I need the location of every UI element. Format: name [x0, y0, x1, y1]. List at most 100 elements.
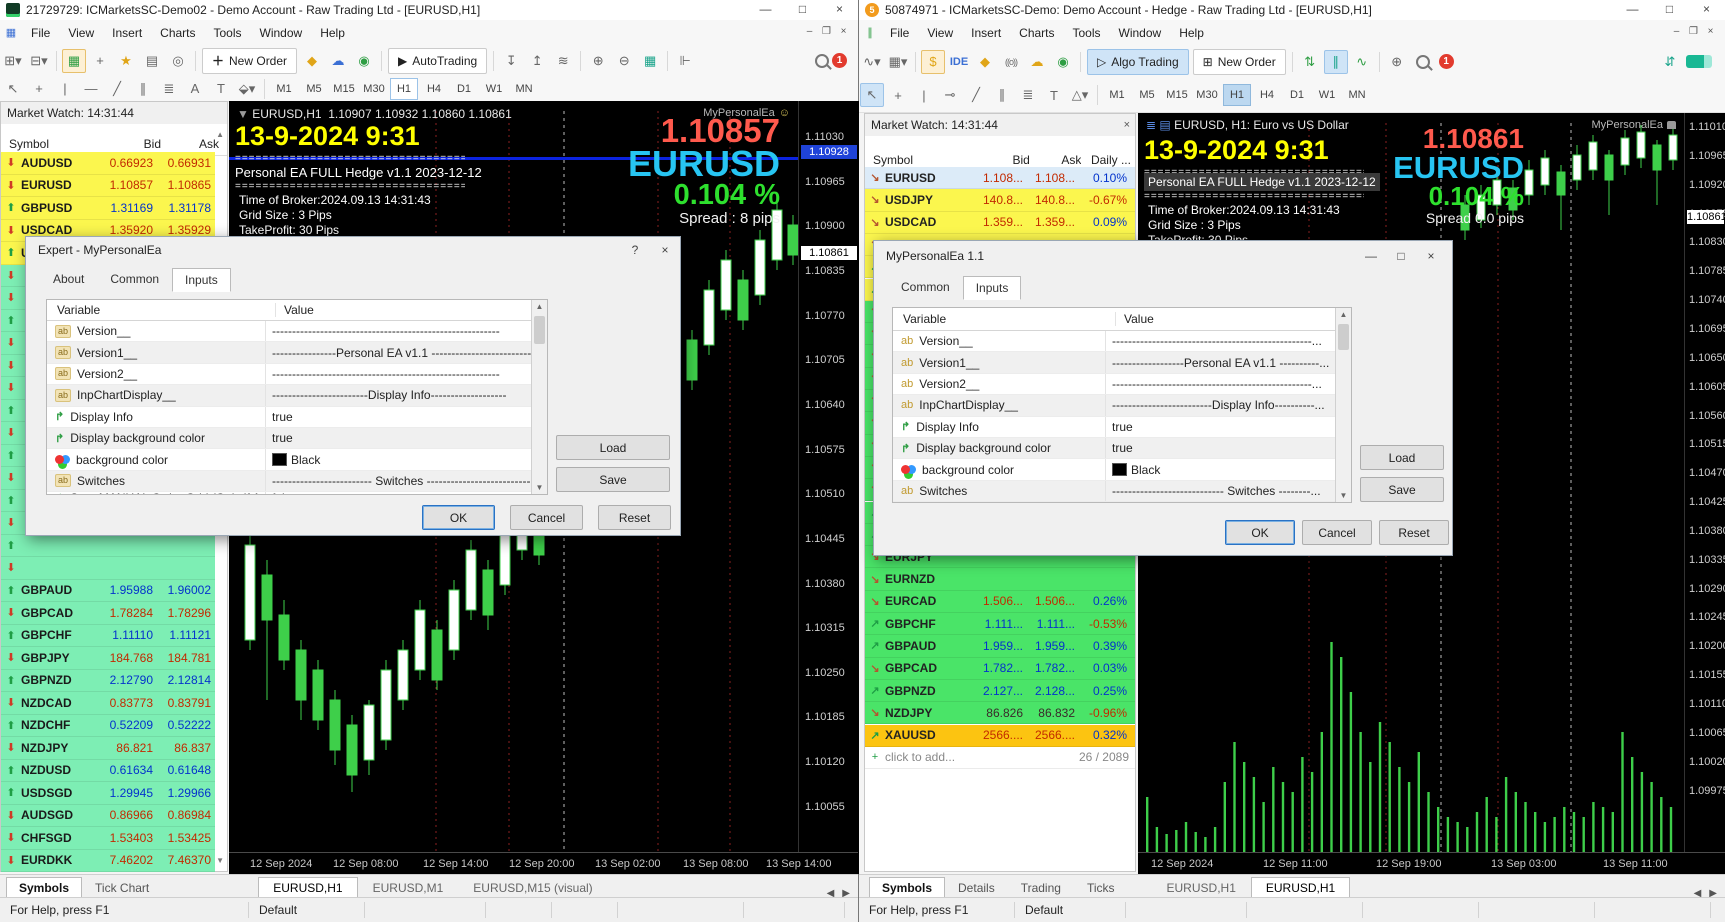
mw-tab-details[interactable]: Details — [945, 877, 1008, 899]
chart-window-icon[interactable]: ▦ — [1, 21, 21, 45]
chart-tab[interactable]: EURUSD,H1 — [1152, 877, 1251, 899]
text-icon[interactable]: T — [1042, 83, 1066, 107]
trendline-icon[interactable]: ╱ — [105, 77, 129, 101]
column-daily[interactable]: Daily ... — [1081, 153, 1135, 167]
market-watch-row[interactable]: ↗XAUUSD2566....2566....0.32% — [865, 725, 1135, 747]
mdi-restore-icon[interactable]: ❐ — [1685, 25, 1702, 41]
text-label-icon[interactable]: T — [209, 77, 233, 101]
menu-window[interactable]: Window — [251, 26, 312, 40]
timeframe-d1[interactable]: D1 — [1283, 84, 1311, 106]
metaeditor-icon[interactable]: ◆ — [300, 49, 324, 73]
zoom-out-icon[interactable]: ⊖ — [612, 49, 636, 73]
channel-icon[interactable]: ∥ — [990, 83, 1014, 107]
notifications-badge[interactable]: 1 — [832, 53, 847, 68]
input-row[interactable]: abSwitches------------------------- Swit… — [47, 471, 547, 492]
mw-tab-symbols[interactable]: Symbols — [869, 877, 945, 899]
new-chart-icon[interactable]: ⊞▾ — [1, 49, 25, 73]
maximize-icon[interactable]: □ — [784, 0, 821, 20]
autotrading-button[interactable]: ▶ AutoTrading — [388, 48, 487, 74]
save-button[interactable]: Save — [556, 467, 670, 492]
chart-tab[interactable]: EURUSD,M15 (visual) — [458, 877, 607, 899]
timeframe-m1[interactable]: M1 — [1103, 84, 1131, 106]
market-watch-row[interactable]: ⬆GBPAUD1.959881.96002 — [1, 580, 215, 603]
timeframe-m1[interactable]: M1 — [270, 78, 298, 100]
market-watch-row[interactable]: ⬆NZDCHF0.522090.52222 — [1, 715, 215, 738]
tile-windows-icon[interactable]: ▦ — [638, 49, 662, 73]
market-watch-row[interactable]: ↗GBPAUD1.959...1.959...0.39% — [865, 635, 1135, 657]
market-watch-row[interactable]: ⬇NZDJPY86.82186.837 — [1, 737, 215, 760]
dialog-tab-common[interactable]: Common — [888, 275, 963, 299]
ok-button[interactable]: OK — [422, 505, 495, 530]
timeframe-m5[interactable]: M5 — [1133, 84, 1161, 106]
ide-button[interactable]: IDE — [947, 50, 971, 74]
mdi-minimize-icon[interactable]: ‒ — [801, 25, 818, 41]
horizontal-line-icon[interactable]: — — [79, 77, 103, 101]
table-scrollbar[interactable]: ▲ ▼ — [531, 300, 547, 494]
minimize-icon[interactable]: — — [1614, 0, 1651, 20]
maximize-icon[interactable]: □ — [1651, 0, 1688, 20]
dialog-tab-common[interactable]: Common — [97, 267, 172, 291]
timeframe-m30[interactable]: M30 — [360, 78, 388, 100]
horizontal-line-icon[interactable]: ⊸ — [938, 83, 962, 107]
algo-trading-button[interactable]: ▷ Algo Trading — [1087, 49, 1189, 75]
maximize-icon[interactable]: □ — [1386, 245, 1416, 267]
dialog-tab-inputs[interactable]: Inputs — [963, 276, 1022, 300]
community-icon[interactable]: ◉ — [1051, 50, 1075, 74]
market-watch-row[interactable]: ⬇CHFSGD1.534031.53425 — [1, 827, 215, 850]
chart-tab[interactable]: EURUSD,H1 — [1251, 877, 1350, 899]
metaquotes-icon[interactable]: ☁ — [326, 49, 350, 73]
market-watch-row[interactable]: ↗GBPNZD2.127...2.128...0.25% — [865, 680, 1135, 702]
market-watch-row[interactable]: ⬇NZDCAD0.837730.83791 — [1, 692, 215, 715]
zoom-in-icon[interactable]: ⊕ — [1385, 50, 1409, 74]
menu-window[interactable]: Window — [1110, 26, 1171, 40]
equidistant-icon[interactable]: ≣ — [1016, 83, 1040, 107]
mdi-minimize-icon[interactable]: ‒ — [1668, 25, 1685, 41]
close-icon[interactable]: × — [1124, 119, 1130, 131]
depth-of-market-icon[interactable]: ⇵ — [1658, 50, 1682, 74]
close-icon[interactable]: × — [1416, 245, 1446, 267]
navigator-icon[interactable]: ★ — [114, 49, 138, 73]
market-watch-row[interactable]: ↘USDCAD1.359...1.359...0.09% — [865, 212, 1135, 234]
deposit-icon[interactable]: $ — [921, 50, 945, 74]
market-icon[interactable]: ◆ — [973, 50, 997, 74]
input-row[interactable]: abVersion__-----------------------------… — [47, 321, 547, 342]
input-row[interactable]: abVersion__-----------------------------… — [893, 331, 1351, 352]
market-watch-row[interactable]: ⬆USDSGD1.299451.29966 — [1, 782, 215, 805]
input-row[interactable]: ↱Display background colortrue — [893, 438, 1351, 459]
data-window-icon[interactable]: + — [88, 49, 112, 73]
search-button[interactable] — [1411, 50, 1435, 74]
new-order-button[interactable]: ＋ New Order — [202, 48, 297, 74]
scroll-up-icon[interactable]: ▲ — [216, 130, 224, 139]
indicator-list-icon[interactable]: ↧ — [499, 49, 523, 73]
input-row[interactable]: abVersion1__----------------Personal EA … — [47, 342, 547, 363]
arrows-icon[interactable]: ⬙▾ — [235, 77, 259, 101]
input-row[interactable]: ↱Display background colortrue — [47, 428, 547, 449]
table-scrollbar[interactable]: ▲ ▼ — [1335, 308, 1351, 502]
market-watch-row[interactable]: ⬇EURDKK7.462027.46370 — [1, 850, 215, 873]
status-profile[interactable]: Default — [1015, 902, 1126, 918]
ok-button[interactable]: OK — [1225, 520, 1295, 545]
menu-charts[interactable]: Charts — [1010, 26, 1063, 40]
timeframe-h1[interactable]: H1 — [1223, 84, 1251, 106]
menu-tools[interactable]: Tools — [1064, 26, 1110, 40]
timeframe-m15[interactable]: M15 — [1163, 84, 1191, 106]
input-row[interactable]: abSwitches---------------------------- S… — [893, 481, 1351, 502]
market-watch-row[interactable]: ↗GBPCHF1.111...1.111...-0.53% — [865, 613, 1135, 635]
input-row[interactable]: ↱Display Infotrue — [893, 417, 1351, 438]
market-watch-row[interactable]: ⬇EURUSD1.108571.10865 — [1, 175, 215, 198]
column-bid[interactable]: Bid — [101, 137, 161, 151]
candles-style-icon[interactable]: ∥ — [1324, 50, 1348, 74]
input-row[interactable]: ↱Display Infotrue — [47, 407, 547, 428]
signals-icon[interactable]: ◉ — [352, 49, 376, 73]
load-button[interactable]: Load — [1360, 445, 1444, 470]
market-watch-row[interactable]: ⬇AUDSGD0.869660.86984 — [1, 805, 215, 828]
input-row[interactable]: background colorBlack — [893, 459, 1351, 480]
input-row[interactable]: abInpChartDisplay__---------------------… — [47, 385, 547, 406]
fibonacci-icon[interactable]: ≣ — [157, 77, 181, 101]
crosshair-icon[interactable]: + — [27, 77, 51, 101]
timeframe-d1[interactable]: D1 — [450, 78, 478, 100]
market-watch-row[interactable]: ⬆GBPCHF1.111101.11121 — [1, 625, 215, 648]
help-icon[interactable]: ? — [620, 239, 650, 261]
dialog-tab-inputs[interactable]: Inputs — [172, 268, 231, 292]
chart-tab[interactable]: EURUSD,H1 — [258, 877, 357, 899]
